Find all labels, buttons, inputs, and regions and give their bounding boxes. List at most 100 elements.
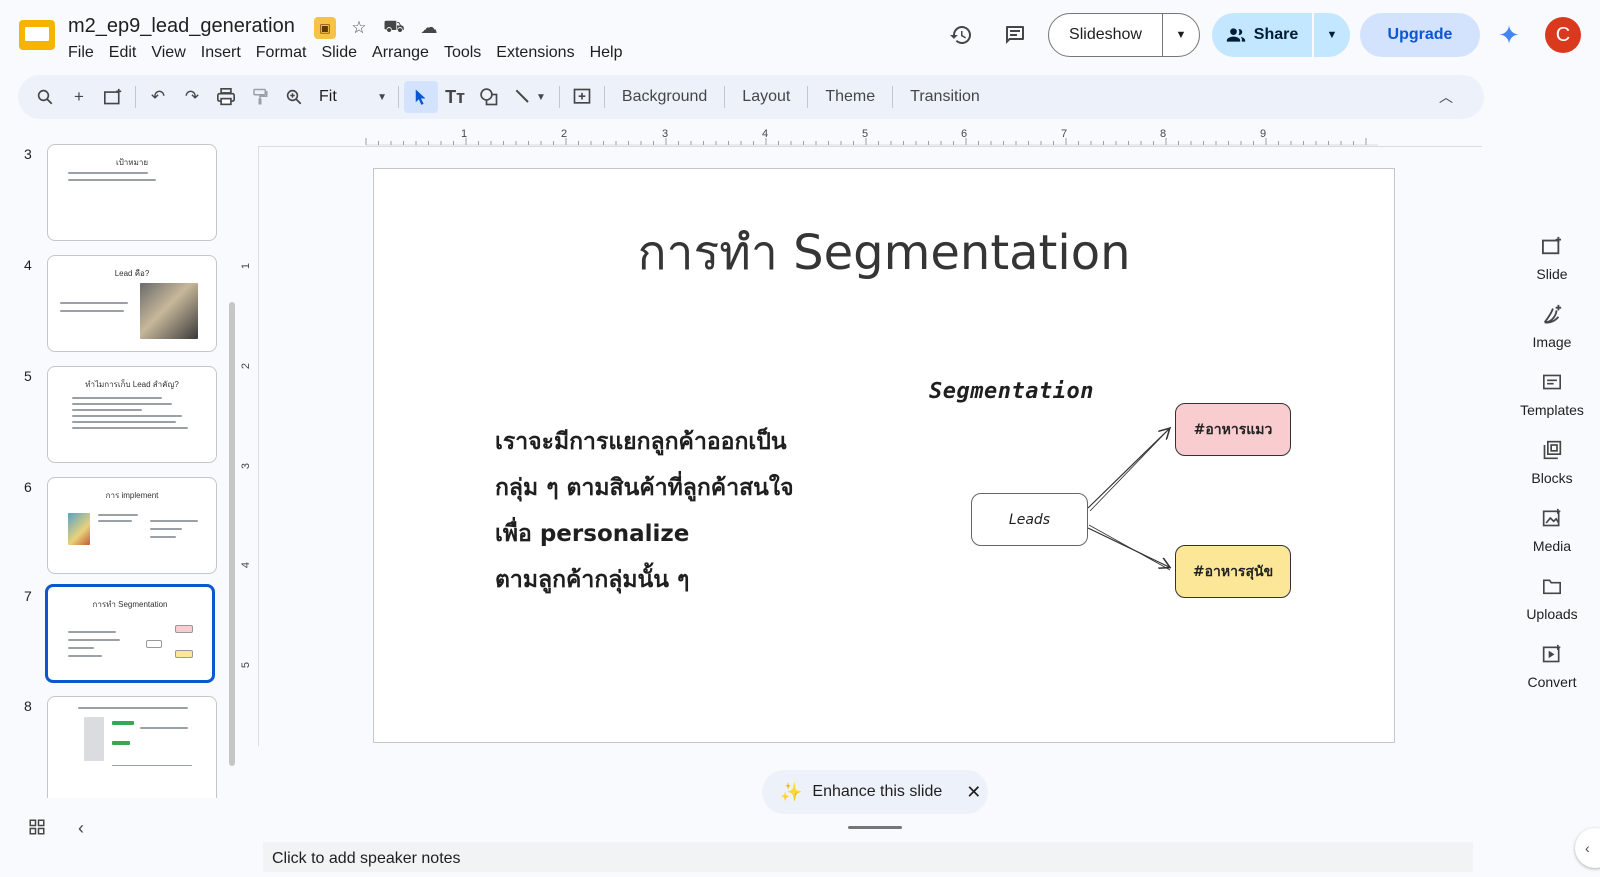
new-slide-icon[interactable]: + — [62, 81, 96, 113]
side-panel-convert[interactable]: Convert — [1512, 644, 1592, 706]
layout-button[interactable]: Layout — [730, 81, 802, 113]
ruler-label: 3 — [662, 128, 669, 140]
slide-thumbnail-row-4[interactable]: 4 Lead คือ? — [0, 255, 228, 355]
line-dropdown-icon[interactable]: ▼ — [536, 92, 546, 103]
vertical-ruler[interactable]: 1 2 3 4 5 — [240, 146, 258, 746]
thumbnail-text-line — [72, 403, 172, 405]
enhance-slide-pill[interactable]: ✨ Enhance this slide ✕ — [762, 770, 988, 814]
side-panel-media[interactable]: Media — [1512, 508, 1592, 570]
undo-icon[interactable]: ↶ — [141, 81, 175, 113]
select-cursor-icon[interactable] — [404, 81, 438, 113]
slide-thumbnail[interactable]: การ implement — [47, 477, 217, 574]
thumbnail-node — [175, 625, 193, 633]
side-panel-slide[interactable]: Slide — [1512, 236, 1592, 298]
cat-food-node[interactable]: #อาหารแมว — [1175, 403, 1291, 456]
ruler-label: 2 — [561, 128, 568, 140]
leads-node[interactable]: Leads — [971, 493, 1088, 546]
upgrade-button[interactable]: Upgrade — [1360, 13, 1480, 57]
slide-thumbnail-row-5[interactable]: 5 ทำไมการเก็บ Lead สำคัญ? — [0, 366, 228, 466]
slide-thumbnail[interactable]: เป้าหมาย — [47, 144, 217, 241]
cloud-status-icon[interactable]: ☁ — [417, 16, 441, 40]
menu-insert[interactable]: Insert — [195, 42, 247, 64]
theme-button[interactable]: Theme — [813, 81, 887, 113]
slide-title[interactable]: การทำ Segmentation — [374, 215, 1394, 291]
menu-help[interactable]: Help — [584, 42, 629, 64]
slide-body-text[interactable]: เราจะมีการแยกลูกค้าออกเป็น กลุ่ม ๆ ตามสิ… — [495, 419, 855, 603]
shape-icon[interactable] — [472, 81, 506, 113]
ruler-label: 1 — [461, 128, 468, 140]
slides-logo-icon[interactable] — [19, 20, 55, 50]
menu-view[interactable]: View — [145, 42, 191, 64]
comments-icon[interactable] — [995, 15, 1035, 55]
arrow-to-cat-food[interactable] — [1087, 429, 1169, 509]
slide-thumbnail-row-7[interactable]: 7 การทำ Segmentation — [0, 584, 228, 686]
grid-view-icon[interactable] — [28, 818, 46, 841]
version-history-icon[interactable] — [941, 15, 981, 55]
share-button[interactable]: Share — [1212, 13, 1314, 57]
new-slide-layout-icon[interactable] — [96, 81, 130, 113]
redo-icon[interactable]: ↷ — [175, 81, 209, 113]
menu-tools[interactable]: Tools — [438, 42, 487, 64]
slide-thumbnail-selected[interactable]: การทำ Segmentation — [45, 584, 215, 683]
collapse-toolbar-icon[interactable]: ︿ — [1430, 81, 1462, 113]
slide-thumbnail-row-6[interactable]: 6 การ implement — [0, 477, 228, 577]
star-icon[interactable]: ☆ — [347, 16, 371, 40]
collapse-filmstrip-icon[interactable]: ‹ — [78, 818, 84, 841]
speaker-notes[interactable]: Click to add speaker notes — [263, 842, 1473, 872]
menu-slide[interactable]: Slide — [315, 42, 363, 64]
thumbnail-text-line — [60, 302, 128, 304]
side-panel-uploads[interactable]: Uploads — [1512, 576, 1592, 638]
ruler-label: 9 — [1260, 128, 1267, 140]
menu-file[interactable]: File — [62, 42, 100, 64]
side-panel-image[interactable]: Image — [1512, 304, 1592, 366]
thumbnail-text-line — [60, 310, 124, 312]
side-panel-label: Slide — [1536, 266, 1568, 282]
paint-format-icon[interactable] — [243, 81, 277, 113]
zoom-select[interactable]: Fit ▼ — [311, 81, 393, 113]
menu-edit[interactable]: Edit — [103, 42, 143, 64]
enhance-label[interactable]: Enhance this slide — [812, 783, 942, 801]
side-panel-templates[interactable]: Templates — [1512, 372, 1592, 434]
document-title[interactable]: m2_ep9_lead_generation — [68, 15, 295, 38]
filmstrip-scrollbar[interactable] — [229, 302, 235, 766]
background-button[interactable]: Background — [610, 81, 719, 113]
toolbar-divider — [135, 86, 136, 108]
add-comment-icon[interactable] — [565, 81, 599, 113]
search-menus-icon[interactable] — [28, 81, 62, 113]
notes-resize-handle[interactable] — [848, 826, 902, 829]
close-icon[interactable]: ✕ — [966, 782, 981, 803]
arrow-to-dog-food[interactable] — [1087, 527, 1169, 567]
thumbnail-text-line — [72, 415, 182, 417]
move-to-folder-icon[interactable]: ⛟ — [382, 16, 406, 40]
new-slide-icon — [1512, 236, 1592, 262]
slides-file-badge-icon[interactable]: ▣ — [314, 17, 336, 39]
menu-extensions[interactable]: Extensions — [490, 42, 580, 64]
dog-food-node[interactable]: #อาหารสุนัข — [1175, 545, 1291, 598]
diagram-label[interactable]: Segmentation — [929, 379, 1094, 404]
transition-button[interactable]: Transition — [898, 81, 992, 113]
text-box-icon[interactable]: Tт — [438, 81, 472, 113]
thumbnail-text-line — [72, 421, 176, 423]
avatar[interactable]: C — [1545, 17, 1581, 53]
print-icon[interactable] — [209, 81, 243, 113]
line-icon[interactable] — [506, 81, 540, 113]
slide-thumbnail[interactable]: ทำไมการเก็บ Lead สำคัญ? — [47, 366, 217, 463]
slide-thumbnail-row-8[interactable]: 8 — [0, 696, 228, 798]
slide-thumbnail[interactable] — [47, 696, 217, 798]
side-panel-blocks[interactable]: Blocks — [1512, 440, 1592, 502]
side-panel-toggle-icon[interactable]: ‹ — [1575, 828, 1600, 868]
thumbnail-text-line — [112, 765, 192, 766]
share-dropdown-icon[interactable]: ▼ — [1314, 13, 1350, 57]
horizontal-ruler[interactable]: 1 2 3 4 5 6 7 8 9 — [258, 126, 1482, 146]
people-icon — [1226, 28, 1245, 42]
menu-arrange[interactable]: Arrange — [366, 42, 435, 64]
current-slide[interactable]: การทำ Segmentation เราจะมีการแยกลูกค้าออ… — [373, 168, 1395, 743]
slide-thumbnail-row-3[interactable]: 3 เป้าหมาย — [0, 144, 228, 244]
zoom-icon[interactable] — [277, 81, 311, 113]
menu-format[interactable]: Format — [250, 42, 313, 64]
gemini-spark-icon[interactable]: ✦ — [1494, 20, 1524, 50]
side-panel-label: Convert — [1527, 674, 1577, 690]
slideshow-button[interactable]: Slideshow — [1049, 14, 1163, 56]
slideshow-dropdown-icon[interactable]: ▼ — [1163, 14, 1199, 56]
slide-thumbnail[interactable]: Lead คือ? — [47, 255, 217, 352]
